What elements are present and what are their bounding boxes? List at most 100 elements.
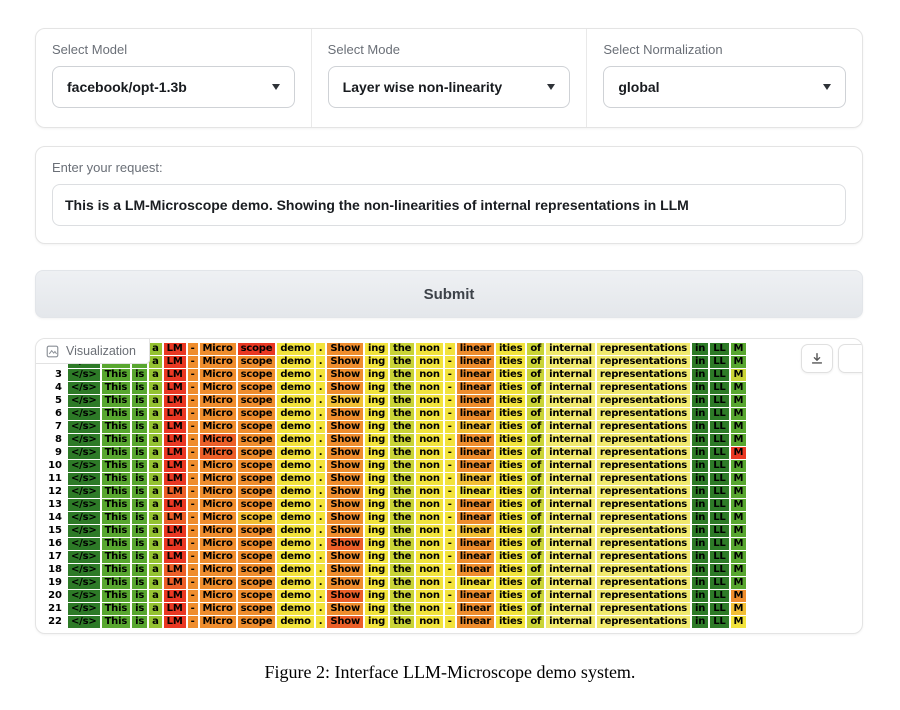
heatmap-cell: LM <box>164 616 186 628</box>
heatmap-cell: internal <box>546 616 595 628</box>
viz-actions <box>801 344 863 373</box>
heatmap-cell: in <box>692 447 708 459</box>
heatmap-cell: - <box>445 408 455 420</box>
tab-visualization[interactable]: Visualization <box>36 339 150 364</box>
heatmap-cell: . <box>316 577 326 589</box>
heatmap-cell: . <box>316 421 326 433</box>
heatmap-cell: representations <box>597 564 690 576</box>
heatmap-cell: ing <box>365 512 388 524</box>
heatmap-cell: - <box>445 551 455 563</box>
heatmap-cell: - <box>445 473 455 485</box>
heatmap-cell: - <box>445 486 455 498</box>
heatmap-cell: of <box>527 512 544 524</box>
heatmap-cell: non <box>416 447 443 459</box>
heatmap-cell: linear <box>457 551 494 563</box>
heatmap-cell: This <box>102 616 131 628</box>
download-icon <box>810 352 824 366</box>
layer-number: 8 <box>36 434 62 445</box>
heatmap-cell: </s> <box>68 382 100 394</box>
heatmap-cell: Micro <box>200 512 236 524</box>
layer-number: 4 <box>36 382 62 393</box>
heatmap-cell: a <box>149 551 162 563</box>
heatmap-cell: M <box>731 499 747 511</box>
heatmap-cell: LL <box>710 343 728 355</box>
heatmap-cell: is <box>132 564 147 576</box>
heatmap-cell: the <box>390 395 414 407</box>
heatmap-cell: . <box>316 499 326 511</box>
heatmap-cell: </s> <box>68 434 100 446</box>
heatmap-cell: Micro <box>200 356 236 368</box>
heatmap-cell: - <box>188 577 198 589</box>
heatmap-cell: internal <box>546 447 595 459</box>
heatmap-cell: - <box>445 616 455 628</box>
heatmap-cell: non <box>416 590 443 602</box>
heatmap-cell: linear <box>457 512 494 524</box>
heatmap-cell: ities <box>496 499 525 511</box>
heatmap-cell: Micro <box>200 473 236 485</box>
heatmap-row: 10</s>ThisisaLM-Microscopedemo.Showingth… <box>36 459 862 472</box>
heatmap-cell: non <box>416 486 443 498</box>
request-label: Enter your request: <box>52 160 846 175</box>
heatmap-cell: scope <box>238 343 276 355</box>
heatmap-cell: This <box>102 525 131 537</box>
heatmap-cell: scope <box>238 408 276 420</box>
heatmap-cell: - <box>188 460 198 472</box>
heatmap-cell: in <box>692 356 708 368</box>
heatmap-cell: - <box>188 343 198 355</box>
heatmap-cell: in <box>692 525 708 537</box>
heatmap-cell: ing <box>365 343 388 355</box>
heatmap-cell: Show <box>327 577 363 589</box>
heatmap-cell: LL <box>710 382 728 394</box>
heatmap-cell: LM <box>164 369 186 381</box>
download-button[interactable] <box>801 344 833 373</box>
heatmap-cell: - <box>188 395 198 407</box>
heatmap-cell: is <box>132 512 147 524</box>
heatmap-cell: a <box>149 603 162 615</box>
heatmap-row: 22</s>ThisisaLM-Microscopedemo.Showingth… <box>36 615 862 628</box>
heatmap-cell: </s> <box>68 395 100 407</box>
heatmap-cell: - <box>188 603 198 615</box>
heatmap-cell: demo <box>277 564 313 576</box>
request-input[interactable] <box>52 184 846 226</box>
heatmap-cell: of <box>527 499 544 511</box>
heatmap-cell: </s> <box>68 447 100 459</box>
heatmap-cell: of <box>527 603 544 615</box>
heatmap-cell: M <box>731 395 747 407</box>
heatmap-cell: LL <box>710 538 728 550</box>
model-dropdown[interactable]: facebook/opt-1.3b <box>52 66 295 108</box>
heatmap-cell: - <box>188 434 198 446</box>
mode-dropdown[interactable]: Layer wise non-linearity <box>328 66 571 108</box>
normalization-dropdown[interactable]: global <box>603 66 846 108</box>
heatmap-cell: internal <box>546 356 595 368</box>
heatmap-cell: - <box>188 499 198 511</box>
heatmap-cell: Micro <box>200 603 236 615</box>
heatmap-cell: representations <box>597 512 690 524</box>
heatmap-cell: Micro <box>200 616 236 628</box>
submit-button[interactable]: Submit <box>35 270 863 318</box>
heatmap-cell: LM <box>164 486 186 498</box>
model-dropdown-value: facebook/opt-1.3b <box>67 79 187 95</box>
heatmap-cell: LM <box>164 603 186 615</box>
mode-control: Select Mode Layer wise non-linearity <box>311 29 587 127</box>
heatmap-cell: M <box>731 343 747 355</box>
heatmap-cell: ities <box>496 369 525 381</box>
mode-dropdown-value: Layer wise non-linearity <box>343 79 503 95</box>
heatmap-cell: in <box>692 460 708 472</box>
heatmap-cell: linear <box>457 408 494 420</box>
figure-caption: Figure 2: Interface LLM-Microscope demo … <box>0 662 900 683</box>
heatmap-cell: a <box>149 356 162 368</box>
heatmap-cell: M <box>731 616 747 628</box>
heatmap-cell: demo <box>277 460 313 472</box>
heatmap-cell: internal <box>546 590 595 602</box>
heatmap-cell: linear <box>457 382 494 394</box>
heatmap-cell: LL <box>710 421 728 433</box>
heatmap-cell: scope <box>238 551 276 563</box>
edge-button[interactable] <box>838 344 863 373</box>
heatmap-cell: demo <box>277 486 313 498</box>
heatmap-cell: ing <box>365 499 388 511</box>
heatmap-cell: LM <box>164 382 186 394</box>
heatmap-cell: M <box>731 564 747 576</box>
layer-number: 14 <box>36 512 62 523</box>
heatmap-cell: - <box>188 616 198 628</box>
heatmap-cell: ities <box>496 551 525 563</box>
